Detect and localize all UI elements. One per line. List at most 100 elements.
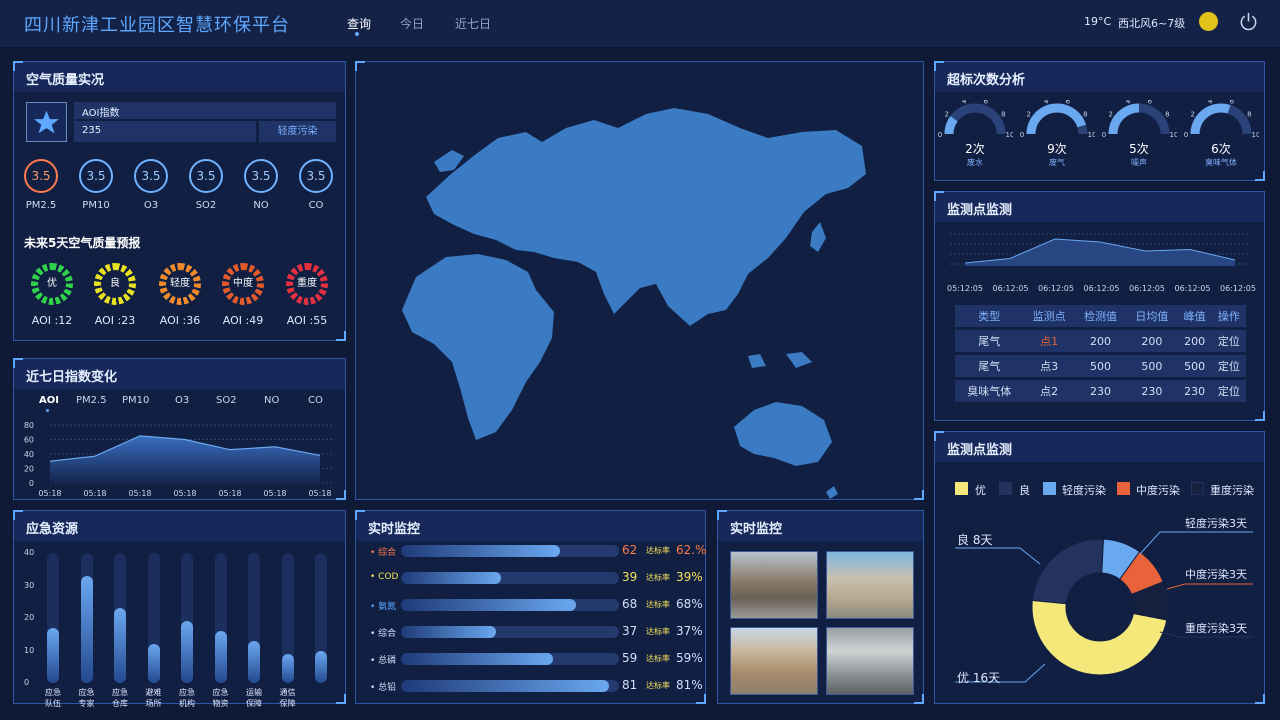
gauge-scale-label: 0 [1102, 131, 1106, 139]
x-tick-label: 05:18 [218, 489, 241, 498]
index-tab-o3[interactable]: O3 [175, 395, 189, 406]
legend-label: 轻度污染 [1062, 484, 1106, 497]
gauge-label: 臭味气体 [1205, 158, 1237, 167]
camera-feed-4[interactable] [826, 627, 914, 695]
tab-seven-days[interactable]: 近七日 [455, 15, 491, 32]
gauge-scale-label: 4 [1044, 100, 1049, 106]
monitor-bar-track [401, 680, 619, 692]
leader-line [1139, 531, 1253, 555]
index-tab-aoi[interactable]: AOI [39, 395, 59, 406]
resource-bar[interactable] [47, 627, 59, 683]
gauge-scale-label: 8 [1247, 110, 1251, 118]
legend-swatch-severe [1191, 482, 1204, 495]
rate-label: 达标率 [646, 627, 670, 636]
monitor-bar-fill [401, 572, 502, 584]
index-tab-pm25[interactable]: PM2.5 [76, 395, 107, 406]
forecast-level: 中度 [229, 270, 257, 298]
y-tick-label: 40 [24, 548, 35, 557]
world-map[interactable] [356, 62, 923, 499]
resource-bar[interactable] [181, 621, 193, 683]
power-icon[interactable] [1238, 11, 1259, 32]
realtime-monitor-panel: 实时监控 • 综合 62 达标率 62.% • COD 39 达标率 39% • 氨氮 68 达标率… [355, 510, 707, 704]
resource-bar[interactable] [147, 644, 160, 683]
island-shape [826, 486, 838, 499]
monitor-value: 37 [622, 624, 638, 638]
forecast-aqi: AOI :12 [31, 314, 73, 327]
monitor-area [965, 239, 1235, 266]
donut-slice[interactable] [1031, 538, 1104, 605]
rate-label: 达标率 [646, 573, 670, 582]
gauge-count: 2次 [965, 142, 985, 156]
resource-bar[interactable] [114, 608, 126, 683]
island-shape [748, 354, 766, 368]
y-tick-label: 60 [24, 436, 34, 445]
forecast-dial-light: 轻度 [159, 263, 201, 305]
gauge-scale-label: 10 [1006, 131, 1013, 139]
pollutant-label: NO [253, 200, 269, 211]
weather-wind: 西北风6~7级 [1118, 17, 1186, 30]
resource-bar[interactable] [214, 631, 227, 683]
gauge-scale-label: 8 [1001, 110, 1005, 118]
camera-feed-1[interactable] [730, 551, 818, 619]
aqi-value: 235 [82, 125, 102, 136]
x-tick-label: 06:12:05 [1084, 284, 1120, 293]
camera-feed-3[interactable] [730, 627, 818, 695]
locate-link[interactable]: 定位 [1211, 355, 1246, 377]
resource-bar[interactable] [281, 653, 294, 683]
locate-link[interactable]: 定位 [1211, 330, 1246, 352]
index-tab-co[interactable]: CO [308, 395, 323, 406]
rate-value: 59% [676, 651, 703, 665]
index-tab-no[interactable]: NO [264, 395, 279, 406]
forecast-title: 未来5天空气质量预报 [24, 236, 141, 250]
x-tick-label: 06:12:05 [993, 284, 1029, 293]
resource-bar[interactable] [80, 575, 93, 683]
gauge-scale-label: 4 [1126, 100, 1131, 106]
resource-bar-label: 避难 场所 [145, 688, 162, 708]
x-tick-label: 05:18 [128, 489, 151, 498]
rate-value: 81% [676, 678, 703, 692]
gauge-fill [1108, 103, 1140, 135]
index-tab-pm10[interactable]: PM10 [122, 395, 149, 406]
monitor-value: 68 [622, 597, 638, 611]
pollutant-label: SO2 [195, 200, 217, 211]
tab-today[interactable]: 今日 [400, 15, 424, 32]
index-tab-so2[interactable]: SO2 [216, 395, 237, 406]
gauge-scale-label: 2 [1190, 110, 1194, 118]
locate-link[interactable]: 定位 [1211, 380, 1246, 402]
aqi-star-badge [26, 102, 67, 142]
legend-label: 重度污染 [1210, 484, 1254, 497]
monitor-value: 62 [622, 543, 638, 557]
column-header: 检测值 [1074, 305, 1127, 327]
gauge-scale-label: 4 [962, 100, 967, 106]
resource-bar-track [281, 553, 294, 683]
gauge-scale-label: 10 [1170, 131, 1177, 139]
table-cell: 230 [1126, 380, 1178, 402]
monitor-item-name: • COD [370, 572, 399, 582]
camera-feed-2[interactable] [826, 551, 914, 619]
rate-label: 达标率 [646, 600, 670, 609]
table-cell: 200 [1074, 330, 1127, 352]
table-cell: 尾气 [955, 355, 1024, 377]
monitor-point-panel: 监测点监测 05:12:05 06:12:05 06:12:05 06:12:05 06… [934, 191, 1265, 421]
table-cell: 230 [1177, 380, 1212, 402]
seven-day-chart: 0 20 40 60 80 05:18 05:18 05:18 05:18 05:18 05:18 0… [24, 421, 334, 498]
tab-query[interactable]: 查询 [347, 15, 371, 32]
x-tick-label: 05:18 [173, 489, 196, 498]
y-tick-label: 20 [24, 613, 35, 622]
table-cell: 点2 [1023, 380, 1075, 402]
seven-day-panel: 近七日指数变化 AOI PM2.5 PM10 O3 SO2 NO CO 0 20 4… [13, 358, 346, 500]
y-tick-label: 0 [24, 678, 30, 687]
resource-bar-track [47, 553, 59, 683]
resource-bar[interactable] [315, 650, 327, 683]
resource-bar-label: 应急 仓库 [112, 688, 128, 708]
resource-bar[interactable] [248, 640, 260, 683]
gauge-scale-label: 0 [938, 131, 942, 139]
rate-label: 达标率 [646, 654, 670, 663]
panel-title: 实时监控 [368, 522, 421, 537]
gauge-fill [944, 116, 958, 135]
panel-title: 超标次数分析 [947, 73, 1026, 88]
gauge-scale-label: 6 [1066, 100, 1071, 106]
monitor-item-name: • 综合 [370, 629, 397, 639]
table-header-row: 类型 监测点 检测值 日均值 峰值 操作 [955, 305, 1246, 327]
table-cell: 臭味气体 [955, 380, 1024, 402]
